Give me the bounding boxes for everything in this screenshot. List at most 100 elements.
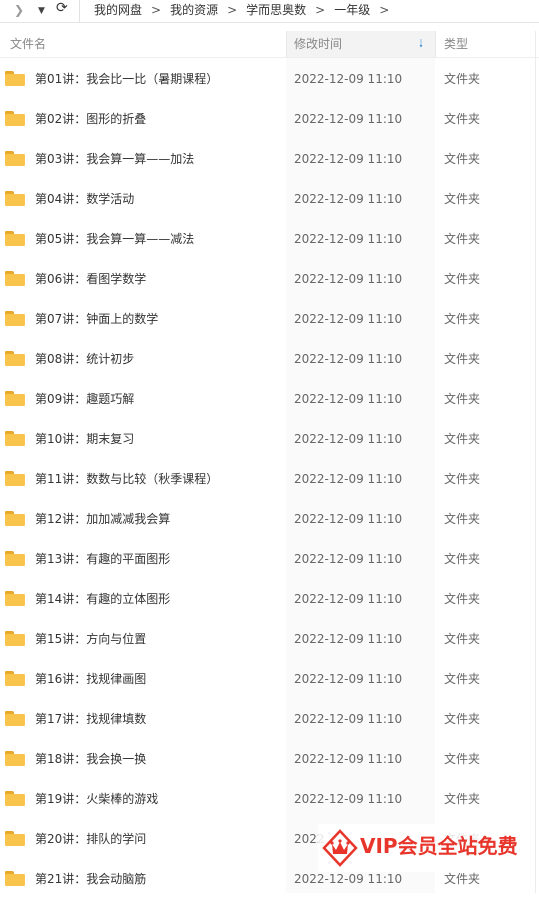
file-row[interactable]: 第18讲：我会换一换 2022-12-09 11:10 文件夹 bbox=[0, 739, 539, 779]
file-row[interactable]: 第07讲：钟面上的数学 2022-12-09 11:10 文件夹 bbox=[0, 299, 539, 339]
arrow-down-icon: 🠓 bbox=[419, 37, 423, 50]
breadcrumb-separator-icon: > bbox=[151, 3, 162, 17]
file-modified-date: 2022-12-09 11:10 bbox=[294, 512, 403, 526]
breadcrumb-separator-icon: > bbox=[227, 3, 238, 17]
file-name: 第08讲：统计初步 bbox=[35, 352, 135, 366]
folder-icon bbox=[5, 391, 25, 406]
file-row[interactable]: 第16讲：找规律画图 2022-12-09 11:10 文件夹 bbox=[0, 659, 539, 699]
file-row[interactable]: 第15讲：方向与位置 2022-12-09 11:10 文件夹 bbox=[0, 619, 539, 659]
file-modified-date: 2022-12-09 11:10 bbox=[294, 472, 403, 486]
file-row[interactable]: 第09讲：趣题巧解 2022-12-09 11:10 文件夹 bbox=[0, 379, 539, 419]
breadcrumb-separator-icon[interactable]: > bbox=[379, 3, 389, 17]
file-modified-date: 2022-12-09 11:10 bbox=[294, 352, 403, 366]
folder-icon bbox=[5, 111, 25, 126]
file-name: 第01讲：我会比一比（暑期课程） bbox=[35, 72, 219, 86]
file-name: 第18讲：我会换一换 bbox=[35, 752, 147, 766]
column-header-name[interactable]: 文件名 bbox=[10, 31, 46, 57]
column-divider[interactable] bbox=[286, 31, 287, 57]
file-name: 第05讲：我会算一算——减法 bbox=[35, 232, 195, 246]
file-name: 第17讲：找规律填数 bbox=[35, 712, 147, 726]
file-row[interactable]: 第04讲：数学活动 2022-12-09 11:10 文件夹 bbox=[0, 179, 539, 219]
file-type: 文件夹 bbox=[444, 112, 481, 126]
folder-icon bbox=[5, 471, 25, 486]
file-row[interactable]: 第05讲：我会算一算——减法 2022-12-09 11:10 文件夹 bbox=[0, 219, 539, 259]
file-modified-date: 2022-12-09 11:10 bbox=[294, 192, 403, 206]
file-row[interactable]: 第13讲：有趣的平面图形 2022-12-09 11:10 文件夹 bbox=[0, 539, 539, 579]
folder-icon bbox=[5, 831, 25, 846]
folder-icon bbox=[5, 311, 25, 326]
watermark-banner: VIP会员全站免费 bbox=[318, 824, 534, 872]
file-row[interactable]: 第08讲：统计初步 2022-12-09 11:10 文件夹 bbox=[0, 339, 539, 379]
file-type: 文件夹 bbox=[444, 752, 481, 766]
file-name: 第16讲：找规律画图 bbox=[35, 672, 147, 686]
file-type: 文件夹 bbox=[444, 592, 481, 606]
breadcrumb-item[interactable]: 我的资源 bbox=[170, 3, 218, 17]
file-modified-date: 2022-12-09 11:10 bbox=[294, 152, 403, 166]
chevron-right-icon[interactable]: ❯ bbox=[14, 2, 24, 18]
file-list: 第01讲：我会比一比（暑期课程） 2022-12-09 11:10 文件夹 第02讲：… bbox=[0, 59, 539, 899]
folder-icon bbox=[5, 71, 25, 86]
file-modified-date: 2022-12-09 11:10 bbox=[294, 392, 403, 406]
file-name: 第07讲：钟面上的数学 bbox=[35, 312, 159, 326]
file-type: 文件夹 bbox=[444, 272, 481, 286]
file-modified-date: 2022-12-09 11:10 bbox=[294, 232, 403, 246]
file-modified-date: 2022-12-09 11:10 bbox=[294, 312, 403, 326]
column-header-date[interactable]: 修改时间 bbox=[294, 31, 342, 57]
file-modified-date: 2022-12-09 11:10 bbox=[294, 792, 403, 806]
file-row[interactable]: 第03讲：我会算一算——加法 2022-12-09 11:10 文件夹 bbox=[0, 139, 539, 179]
column-header-type[interactable]: 类型 bbox=[444, 31, 468, 57]
folder-icon bbox=[5, 511, 25, 526]
header-divider bbox=[0, 57, 539, 58]
file-modified-date: 2022-12-09 11:10 bbox=[294, 272, 403, 286]
navigation-toolbar: ❯ ▼ ⟳ 我的网盘 > 我的资源 > 学而思奥数 > 一年级 > bbox=[0, 0, 539, 23]
file-row[interactable]: 第19讲：火柴棒的游戏 2022-12-09 11:10 文件夹 bbox=[0, 779, 539, 819]
breadcrumb-item[interactable]: 我的网盘 bbox=[94, 3, 142, 17]
file-row[interactable]: 第17讲：找规律填数 2022-12-09 11:10 文件夹 bbox=[0, 699, 539, 739]
watermark-text: VIP会员全站免费 bbox=[360, 834, 518, 858]
breadcrumb-item[interactable]: 一年级 bbox=[334, 3, 370, 17]
file-type: 文件夹 bbox=[444, 792, 481, 806]
file-type: 文件夹 bbox=[444, 312, 481, 326]
file-type: 文件夹 bbox=[444, 192, 481, 206]
crown-logo-icon bbox=[322, 829, 358, 867]
file-name: 第21讲：我会动脑筋 bbox=[35, 872, 147, 886]
file-name: 第03讲：我会算一算——加法 bbox=[35, 152, 195, 166]
file-modified-date: 2022-12-09 11:10 bbox=[294, 632, 403, 646]
folder-icon bbox=[5, 751, 25, 766]
file-type: 文件夹 bbox=[444, 712, 481, 726]
file-type: 文件夹 bbox=[444, 352, 481, 366]
file-row[interactable]: 第02讲：图形的折叠 2022-12-09 11:10 文件夹 bbox=[0, 99, 539, 139]
file-type: 文件夹 bbox=[444, 632, 481, 646]
file-row[interactable]: 第12讲：加加减减我会算 2022-12-09 11:10 文件夹 bbox=[0, 499, 539, 539]
file-row[interactable]: 第14讲：有趣的立体图形 2022-12-09 11:10 文件夹 bbox=[0, 579, 539, 619]
file-name: 第19讲：火柴棒的游戏 bbox=[35, 792, 159, 806]
file-modified-date: 2022-12-09 11:10 bbox=[294, 712, 403, 726]
file-type: 文件夹 bbox=[444, 392, 481, 406]
file-modified-date: 2022-12-09 11:10 bbox=[294, 752, 403, 766]
file-name: 第15讲：方向与位置 bbox=[35, 632, 147, 646]
file-row[interactable]: 第01讲：我会比一比（暑期课程） 2022-12-09 11:10 文件夹 bbox=[0, 59, 539, 99]
refresh-icon[interactable]: ⟳ bbox=[56, 0, 68, 16]
file-type: 文件夹 bbox=[444, 552, 481, 566]
caret-down-icon[interactable]: ▼ bbox=[38, 3, 45, 19]
folder-icon bbox=[5, 591, 25, 606]
file-name: 第04讲：数学活动 bbox=[35, 192, 135, 206]
file-name: 第02讲：图形的折叠 bbox=[35, 112, 147, 126]
column-divider[interactable] bbox=[435, 31, 436, 57]
folder-icon bbox=[5, 711, 25, 726]
folder-icon bbox=[5, 191, 25, 206]
file-row[interactable]: 第10讲：期末复习 2022-12-09 11:10 文件夹 bbox=[0, 419, 539, 459]
file-row[interactable]: 第06讲：看图学数学 2022-12-09 11:10 文件夹 bbox=[0, 259, 539, 299]
folder-icon bbox=[5, 271, 25, 286]
folder-icon bbox=[5, 671, 25, 686]
breadcrumb-separator-icon: > bbox=[315, 3, 326, 17]
folder-icon bbox=[5, 431, 25, 446]
file-modified-date: 2022-12-09 11:10 bbox=[294, 112, 403, 126]
column-header: 文件名 修改时间 🠓 类型 bbox=[0, 31, 539, 57]
file-modified-date: 2022-12-09 11:10 bbox=[294, 72, 403, 86]
file-name: 第06讲：看图学数学 bbox=[35, 272, 147, 286]
breadcrumb-item[interactable]: 学而思奥数 bbox=[246, 3, 306, 17]
folder-icon bbox=[5, 631, 25, 646]
folder-icon bbox=[5, 231, 25, 246]
file-row[interactable]: 第11讲：数数与比较（秋季课程） 2022-12-09 11:10 文件夹 bbox=[0, 459, 539, 499]
